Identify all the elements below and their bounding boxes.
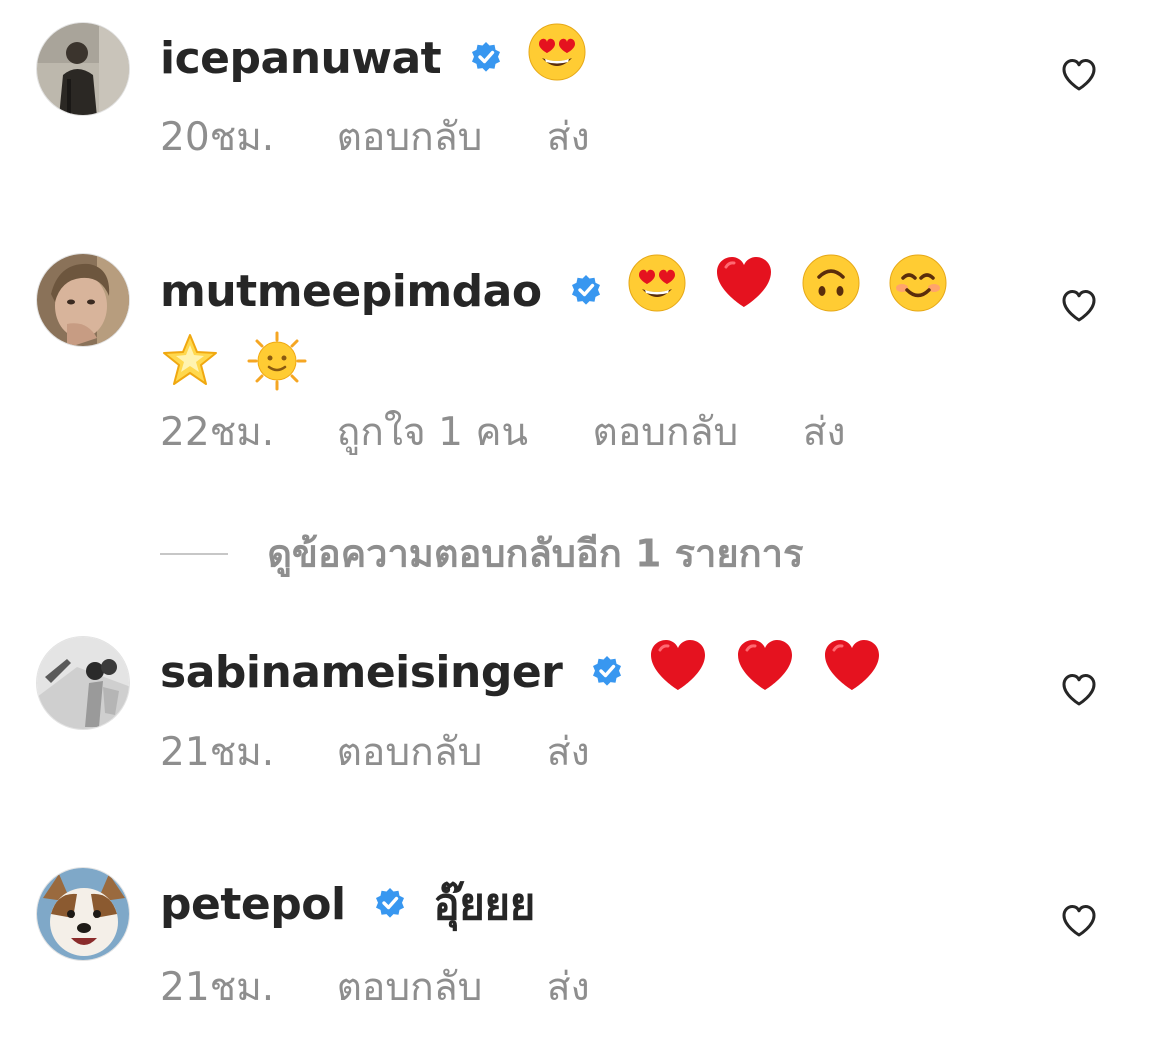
comment-time: 21ชม.: [160, 965, 275, 1010]
comment-line: icepanuwat: [160, 22, 599, 96]
avatar[interactable]: [36, 253, 130, 347]
send-button[interactable]: ส่ง: [547, 113, 590, 163]
glowing-star-emoji-icon: [160, 331, 220, 409]
heart-eyes-emoji-icon: [527, 22, 587, 96]
smiling-face-emoji-icon: [888, 253, 948, 331]
comment-emojis: [527, 22, 599, 96]
username[interactable]: mutmeepimdao: [160, 266, 542, 317]
verified-badge-icon: [570, 260, 602, 324]
heart-eyes-emoji-icon: [627, 253, 687, 331]
reply-button[interactable]: ตอบกลับ: [337, 728, 483, 778]
comment-time: 21ชม.: [160, 730, 275, 775]
comment-line: sabinameisinger: [160, 636, 894, 710]
comment-meta: 22ชม. ถูกใจ 1 คน ตอบกลับ ส่ง: [160, 408, 898, 458]
send-button[interactable]: ส่ง: [547, 728, 590, 778]
likes-count-link[interactable]: ถูกใจ 1 คน: [337, 408, 528, 458]
comment-meta: 20ชม. ตอบกลับ ส่ง: [160, 113, 642, 163]
username[interactable]: petepol: [160, 879, 346, 930]
like-heart-icon[interactable]: [1061, 904, 1097, 938]
like-heart-icon[interactable]: [1061, 673, 1097, 707]
comment-line: petepol อุ๊ยยย: [160, 875, 535, 933]
comment-meta: 21ชม. ตอบกลับ ส่ง: [160, 728, 642, 778]
reply-button[interactable]: ตอบกลับ: [337, 963, 483, 1013]
comment-time: 20ชม.: [160, 115, 275, 160]
comment-text: อุ๊ยยย: [433, 879, 535, 930]
view-replies-button[interactable]: ดูข้อความตอบกลับอีก 1 รายการ: [160, 526, 803, 576]
red-heart-emoji-icon: [714, 253, 774, 331]
like-heart-icon[interactable]: [1061, 289, 1097, 323]
red-heart-emoji-icon: [822, 636, 882, 710]
verified-badge-icon: [374, 877, 406, 933]
red-heart-emoji-icon: [735, 636, 795, 710]
avatar[interactable]: [36, 636, 130, 730]
verified-badge-icon: [470, 31, 502, 87]
comment-emojis: [648, 636, 894, 710]
send-button[interactable]: ส่ง: [803, 408, 846, 458]
like-heart-icon[interactable]: [1061, 58, 1097, 92]
red-heart-emoji-icon: [648, 636, 708, 710]
avatar[interactable]: [36, 867, 130, 961]
send-button[interactable]: ส่ง: [547, 963, 590, 1013]
username[interactable]: sabinameisinger: [160, 647, 563, 698]
sun-with-face-emoji-icon: [247, 331, 307, 409]
upside-down-face-emoji-icon: [801, 253, 861, 331]
view-replies-divider: [160, 552, 228, 555]
comment-line: mutmeepimdao: [160, 253, 1040, 409]
reply-button[interactable]: ตอบกลับ: [337, 113, 483, 163]
username[interactable]: icepanuwat: [160, 33, 442, 84]
reply-button[interactable]: ตอบกลับ: [593, 408, 739, 458]
comment-time: 22ชม.: [160, 410, 275, 455]
comment-meta: 21ชม. ตอบกลับ ส่ง: [160, 963, 642, 1013]
avatar[interactable]: [36, 22, 130, 116]
verified-badge-icon: [591, 645, 623, 701]
view-replies-label: ดูข้อความตอบกลับอีก 1 รายการ: [267, 531, 804, 576]
